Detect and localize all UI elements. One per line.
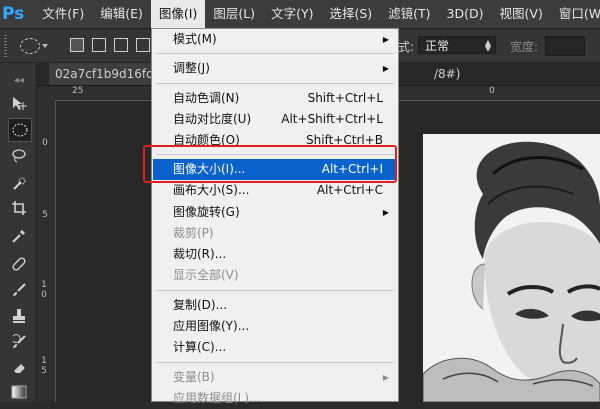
ruler-left-label: 0 bbox=[42, 138, 48, 148]
crop-tool-icon[interactable] bbox=[8, 197, 30, 219]
add-selection-icon[interactable] bbox=[92, 38, 106, 52]
menu-separator bbox=[156, 290, 394, 291]
width-input[interactable] bbox=[545, 36, 585, 56]
menu-item-reveal-all: 显示全部(V) bbox=[153, 265, 397, 286]
document-image[interactable] bbox=[423, 134, 600, 402]
move-tool-icon[interactable] bbox=[8, 93, 30, 115]
menu-item-label: 计算(C)... bbox=[173, 340, 227, 354]
menu-edit[interactable]: 编辑(E) bbox=[92, 0, 151, 28]
ruler-vertical[interactable]: 0 5 1 0 1 5 bbox=[37, 100, 56, 402]
healing-brush-tool-icon[interactable] bbox=[8, 253, 30, 275]
menu-item-label: 图像旋转(G) bbox=[173, 205, 240, 219]
clone-stamp-tool-icon[interactable] bbox=[8, 305, 30, 327]
subtract-selection-icon[interactable] bbox=[114, 38, 128, 52]
menu-item-canvas-size[interactable]: 画布大小(S)... Alt+Ctrl+C bbox=[153, 180, 397, 201]
annotation-highlight-box bbox=[143, 145, 397, 183]
menu-separator bbox=[156, 53, 394, 54]
menu-item-label: 复制(D)... bbox=[173, 298, 228, 312]
new-selection-icon[interactable] bbox=[70, 38, 84, 52]
submenu-arrow-icon: ▶ bbox=[382, 64, 389, 73]
style-select[interactable]: 正常 ▲ ▼ bbox=[418, 36, 496, 54]
menu-item-shortcut: Alt+Shift+Ctrl+L bbox=[281, 112, 383, 126]
gradient-tool-icon[interactable] bbox=[8, 381, 30, 403]
menu-item-apply-image[interactable]: 应用图像(Y)... bbox=[153, 316, 397, 337]
history-brush-tool-icon[interactable] bbox=[8, 331, 30, 353]
menu-view[interactable]: 视图(V) bbox=[492, 0, 551, 28]
menu-bar: Ps 文件(F) 编辑(E) 图像(I) 图层(L) 文字(Y) 选择(S) 滤… bbox=[0, 0, 600, 29]
ruler-left-label: 1 0 bbox=[41, 280, 47, 300]
submenu-arrow-icon: ▶ bbox=[382, 373, 389, 382]
menu-item-shortcut: Alt+Ctrl+C bbox=[316, 183, 383, 197]
portrait-sketch-image bbox=[423, 134, 600, 402]
ruler-corner[interactable] bbox=[37, 86, 56, 100]
select-updown-icon: ▲ ▼ bbox=[484, 38, 491, 53]
toolbox-collapse-icon[interactable]: ◂◂ bbox=[8, 69, 30, 91]
ruler-left-label: 5 bbox=[42, 210, 48, 220]
options-grip[interactable] bbox=[4, 35, 7, 57]
menu-item-crop: 裁剪(P) bbox=[153, 223, 397, 244]
ruler-top-label: 0 bbox=[489, 86, 495, 96]
menu-item-label: 应用数据组(L)... bbox=[173, 391, 261, 405]
menu-item-label: 自动色调(N) bbox=[173, 91, 240, 105]
menu-item-mode[interactable]: 模式(M) ▶ bbox=[153, 29, 397, 50]
menu-3d[interactable]: 3D(D) bbox=[439, 0, 492, 28]
brush-tool-icon[interactable] bbox=[8, 279, 30, 301]
menu-item-label: 裁剪(P) bbox=[173, 226, 214, 240]
submenu-arrow-icon: ▶ bbox=[382, 208, 389, 217]
elliptical-marquee-preset-icon[interactable] bbox=[20, 38, 40, 54]
menu-type[interactable]: 文字(Y) bbox=[263, 0, 321, 28]
menu-item-auto-contrast[interactable]: 自动对比度(U) Alt+Shift+Ctrl+L bbox=[153, 109, 397, 130]
width-label: 宽度: bbox=[510, 40, 539, 54]
photoshop-logo: Ps bbox=[2, 4, 25, 24]
menu-item-trim[interactable]: 裁切(R)... bbox=[153, 244, 397, 265]
menu-item-label: 模式(M) bbox=[173, 32, 217, 46]
elliptical-marquee-tool-icon[interactable] bbox=[8, 118, 32, 142]
style-label: 式: bbox=[398, 40, 415, 54]
menu-item-variables: 变量(B) ▶ bbox=[153, 367, 397, 388]
menu-item-shortcut: Shift+Ctrl+L bbox=[307, 91, 383, 105]
menu-item-label: 自动对比度(U) bbox=[173, 112, 252, 126]
menu-item-label: 显示全部(V) bbox=[173, 268, 239, 282]
lasso-tool-icon[interactable] bbox=[8, 145, 30, 167]
preset-dropdown-caret-icon[interactable] bbox=[42, 44, 48, 48]
menu-filter[interactable]: 滤镜(T) bbox=[380, 0, 438, 28]
ruler-left-label: 1 5 bbox=[41, 356, 47, 376]
menu-item-label: 应用图像(Y)... bbox=[173, 319, 250, 333]
menu-select[interactable]: 选择(S) bbox=[321, 0, 380, 28]
menu-item-apply-data-set: 应用数据组(L)... bbox=[153, 388, 397, 409]
menu-file[interactable]: 文件(F) bbox=[34, 0, 92, 28]
intersect-selection-icon[interactable] bbox=[136, 38, 150, 52]
eraser-tool-icon[interactable] bbox=[8, 357, 30, 379]
menu-item-image-rotation[interactable]: 图像旋转(G) ▶ bbox=[153, 202, 397, 223]
image-menu-dropdown: 模式(M) ▶ 调整(J) ▶ 自动色调(N) Shift+Ctrl+L 自动对… bbox=[151, 28, 399, 405]
style-select-value: 正常 bbox=[425, 39, 450, 53]
menu-item-label: 画布大小(S)... bbox=[173, 183, 250, 197]
menu-separator bbox=[156, 83, 394, 84]
menu-layer[interactable]: 图层(L) bbox=[205, 0, 263, 28]
menu-item-label: 变量(B) bbox=[173, 370, 215, 384]
toolbox: ◂◂ bbox=[0, 63, 37, 402]
menu-window[interactable]: 窗口(W) bbox=[551, 0, 600, 28]
ruler-top-label: 25 bbox=[72, 86, 84, 96]
menu-item-adjustments[interactable]: 调整(J) ▶ bbox=[153, 58, 397, 79]
menu-separator bbox=[156, 362, 394, 363]
menu-item-label: 裁切(R)... bbox=[173, 247, 227, 261]
menu-image[interactable]: 图像(I) bbox=[150, 0, 206, 28]
menu-item-duplicate[interactable]: 复制(D)... bbox=[153, 295, 397, 316]
quick-selection-tool-icon[interactable] bbox=[8, 173, 30, 195]
menu-item-calculations[interactable]: 计算(C)... bbox=[153, 337, 397, 358]
menu-item-auto-tone[interactable]: 自动色调(N) Shift+Ctrl+L bbox=[153, 88, 397, 109]
menu-item-label: 调整(J) bbox=[173, 61, 210, 75]
eyedropper-tool-icon[interactable] bbox=[8, 225, 30, 247]
document-tab-suffix: /8#) bbox=[434, 67, 461, 81]
submenu-arrow-icon: ▶ bbox=[382, 35, 389, 44]
